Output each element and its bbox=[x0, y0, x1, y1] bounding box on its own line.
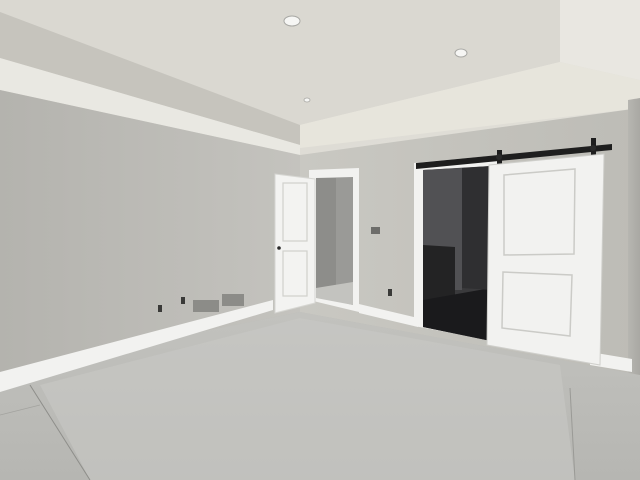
barn-door[interactable] bbox=[486, 153, 605, 366]
outlet bbox=[181, 297, 185, 304]
outlet bbox=[158, 305, 162, 312]
open-door[interactable] bbox=[274, 173, 316, 314]
bedroom-photo bbox=[0, 0, 640, 480]
door-knob-icon[interactable] bbox=[277, 246, 281, 250]
floor-vent bbox=[222, 294, 244, 306]
hall-doorway bbox=[309, 168, 359, 312]
outlet bbox=[388, 289, 392, 296]
recessed-light-icon bbox=[303, 97, 311, 103]
recessed-light-icon bbox=[283, 15, 301, 27]
light-switch[interactable] bbox=[371, 227, 380, 234]
right-wall bbox=[628, 98, 640, 390]
recessed-light-icon bbox=[454, 48, 468, 58]
floor-vent bbox=[193, 300, 219, 312]
